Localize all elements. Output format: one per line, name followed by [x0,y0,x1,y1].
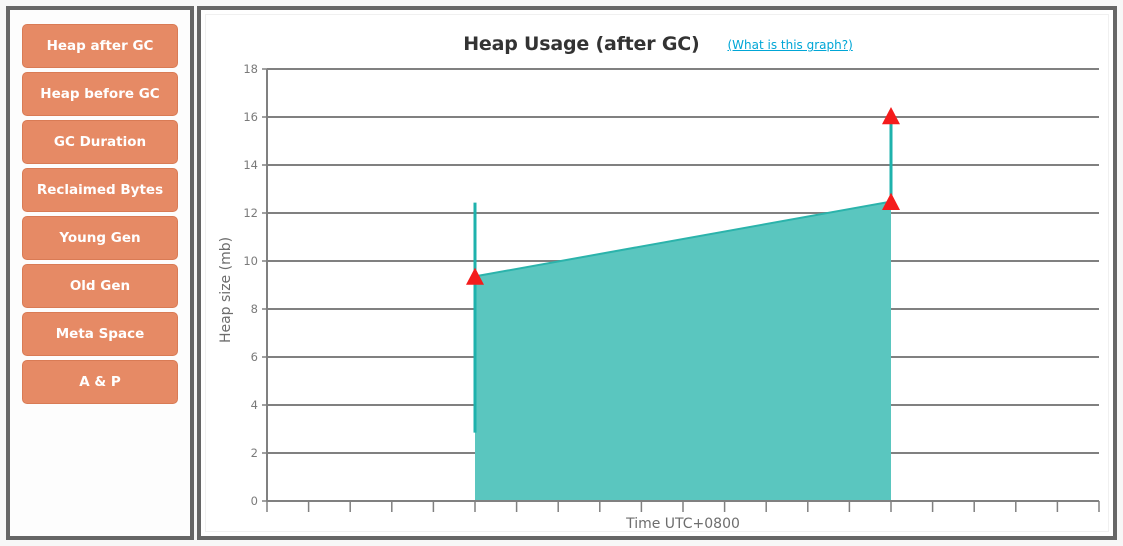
gc-analysis-app: Heap after GC Heap before GC GC Duration… [0,0,1123,546]
heap-usage-chart: Heap size (mb) 18 16 14 12 10 8 6 4 2 0 … [218,62,1100,532]
y-axis-title: Heap size (mb) [218,237,234,343]
series-area-heap-after-gc [475,201,891,501]
y-tick-4: 4 [251,398,258,412]
sidebar-item-young-gen[interactable]: Young Gen [22,216,178,260]
sidebar-item-a-and-p[interactable]: A & P [22,360,178,404]
sidebar-item-gc-duration[interactable]: GC Duration [22,120,178,164]
sidebar-button-list: Heap after GC Heap before GC GC Duration… [10,10,190,536]
y-tick-16: 16 [243,110,258,124]
data-marker-right-high[interactable] [882,107,900,125]
y-axis-tick-labels: 18 16 14 12 10 8 6 4 2 0 [243,62,258,508]
y-tick-14: 14 [243,158,258,172]
chart-panel: Heap Usage (after GC) (What is this graph… [197,6,1117,540]
sidebar-item-old-gen[interactable]: Old Gen [22,264,178,308]
y-tick-18: 18 [243,62,258,76]
sidebar-item-meta-space[interactable]: Meta Space [22,312,178,356]
y-tick-2: 2 [251,446,258,460]
data-marker-right-low[interactable] [882,192,900,210]
y-tick-8: 8 [251,302,258,316]
sidebar-panel: Heap after GC Heap before GC GC Duration… [6,6,194,540]
x-axis-title: Time UTC+0800 [625,516,740,532]
sidebar-item-heap-before-gc[interactable]: Heap before GC [22,72,178,116]
sidebar-item-reclaimed-bytes[interactable]: Reclaimed Bytes [22,168,178,212]
x-tick-marks [266,501,1100,512]
y-tick-0: 0 [251,494,258,508]
y-tick-12: 12 [243,206,258,220]
sidebar-item-heap-after-gc[interactable]: Heap after GC [22,24,178,68]
chart-container: Heap Usage (after GC) (What is this graph… [205,14,1109,532]
y-tick-10: 10 [243,254,258,268]
y-tick-6: 6 [251,350,258,364]
